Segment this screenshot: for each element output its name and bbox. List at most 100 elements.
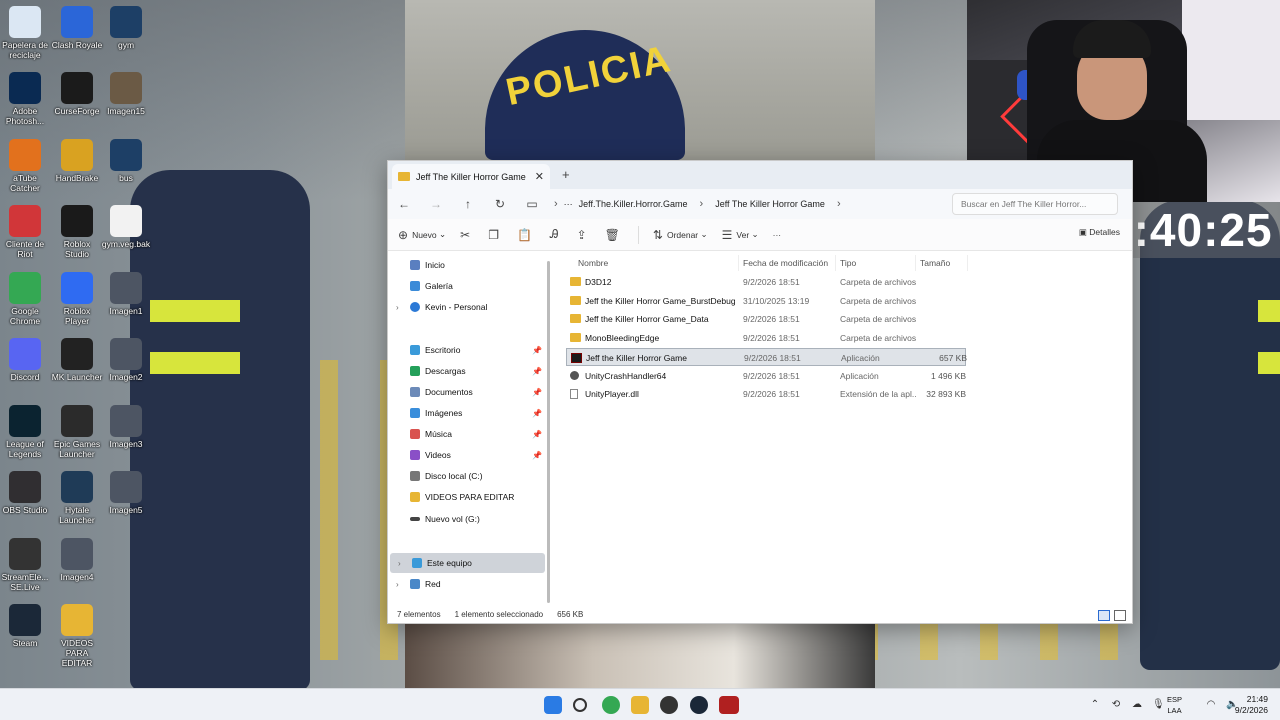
- chevron-right-icon[interactable]: ›: [396, 303, 399, 312]
- file-row[interactable]: UnityCrashHandler64 9/2/2026 18:51 Aplicac…: [566, 367, 966, 385]
- desktop-icon[interactable]: CurseForge: [51, 72, 103, 116]
- paste-button[interactable]: 📋: [517, 228, 536, 242]
- back-arrow-icon[interactable]: ←: [388, 197, 420, 211]
- forward-arrow-icon[interactable]: →: [420, 197, 452, 211]
- desktop-icon[interactable]: Clash Royale: [51, 6, 103, 50]
- desktop-icon[interactable]: Epic Games Launcher: [51, 405, 103, 459]
- nav-item-personal[interactable]: › Kevin - Personal: [388, 297, 546, 317]
- more-options-button[interactable]: ···: [773, 230, 782, 240]
- tiles-view-button[interactable]: [1114, 610, 1126, 621]
- desktop-icon[interactable]: Roblox Studio: [51, 205, 103, 259]
- nav-item-imagenes[interactable]: Imágenes 📌: [388, 403, 546, 423]
- wifi-icon[interactable]: ◠: [1205, 699, 1217, 711]
- breadcrumb-item[interactable]: Jeff The Killer Horror Game: [715, 199, 825, 209]
- nav-item-este-equipo[interactable]: › Este equipo: [390, 553, 545, 573]
- image-thumb-icon: [110, 405, 142, 437]
- chevron-up-icon[interactable]: ⌃: [1089, 699, 1101, 711]
- nav-item-descargas[interactable]: Descargas 📌: [388, 361, 546, 381]
- file-explorer-taskbar-icon[interactable]: [631, 696, 649, 714]
- column-header-type[interactable]: Tipo: [836, 255, 916, 271]
- steam-taskbar-icon[interactable]: [690, 696, 708, 714]
- taskbar-clock[interactable]: 21:49 9/2/2026: [1235, 694, 1268, 716]
- nav-item-videos[interactable]: Videos 📌: [388, 445, 546, 465]
- chevron-right-icon[interactable]: ›: [398, 559, 401, 568]
- desktop-icon[interactable]: aTube Catcher: [0, 139, 51, 193]
- column-header-size[interactable]: Tamaño: [916, 255, 968, 271]
- refresh-icon[interactable]: ↻: [484, 197, 516, 211]
- chevron-right-icon[interactable]: ›: [396, 580, 399, 589]
- desktop-icon[interactable]: StreamEle... SE.Live: [0, 538, 51, 592]
- details-pane-button[interactable]: ▣ Detalles: [1079, 227, 1120, 238]
- desktop-icon[interactable]: Hytale Launcher: [51, 471, 103, 525]
- desktop-icon[interactable]: Discord: [0, 338, 51, 382]
- desktop-icon[interactable]: Cliente de Riot: [0, 205, 51, 259]
- desktop-icon[interactable]: Roblox Player: [51, 272, 103, 326]
- desktop-icon[interactable]: Steam: [0, 604, 51, 648]
- desktop-icon[interactable]: HandBrake: [51, 139, 103, 183]
- nav-item-galeria[interactable]: Galería: [388, 276, 546, 296]
- obs-taskbar-icon[interactable]: [660, 696, 678, 714]
- column-header-date[interactable]: Fecha de modificación: [739, 255, 836, 271]
- nav-item-videos-editar[interactable]: VIDEOS PARA EDITAR: [388, 487, 546, 507]
- desktop-icon[interactable]: Imagen3: [100, 405, 152, 449]
- nav-item-inicio[interactable]: Inicio: [388, 255, 546, 275]
- sync-icon[interactable]: ⟲: [1110, 699, 1122, 711]
- new-button[interactable]: ⊕ Nuevo ⌄: [398, 228, 446, 242]
- file-row[interactable]: Jeff the Killer Horror Game 9/2/2026 18:5…: [566, 347, 967, 366]
- cut-button[interactable]: ✂: [460, 228, 474, 242]
- search-input[interactable]: Buscar en Jeff The Killer Horror...: [952, 193, 1118, 215]
- file-row[interactable]: MonoBleedingEdge 9/2/2026 18:51 Carpeta de…: [566, 329, 966, 347]
- file-row[interactable]: Jeff the Killer Horror Game_BurstDebugIn…: [566, 292, 966, 310]
- microphone-icon[interactable]: 🎙: [1152, 699, 1165, 711]
- share-button[interactable]: ⇪: [577, 228, 591, 242]
- sort-button[interactable]: ⇅ Ordenar ⌄: [653, 228, 708, 242]
- nav-item-disco-local[interactable]: Disco local (C:): [388, 466, 546, 486]
- new-tab-button[interactable]: +: [562, 167, 570, 182]
- nav-item-documentos[interactable]: Documentos 📌: [388, 382, 546, 402]
- nav-item-nuevo-vol[interactable]: Nuevo vol (G:): [388, 509, 546, 529]
- desktop-icon[interactable]: League of Legends: [0, 405, 51, 459]
- column-header-name[interactable]: Nombre: [574, 255, 739, 271]
- nav-item-musica[interactable]: Música 📌: [388, 424, 546, 444]
- desktop-icon[interactable]: Imagen1: [100, 272, 152, 316]
- file-row[interactable]: Jeff the Killer Horror Game_Data 9/2/2026…: [566, 310, 966, 328]
- desktop-icon[interactable]: Papelera de reciclaje: [0, 6, 51, 60]
- desktop-icon[interactable]: gym.veg.bak: [100, 205, 152, 249]
- desktop-icon[interactable]: Imagen5: [100, 471, 152, 515]
- onedrive-icon[interactable]: ☁: [1131, 699, 1143, 711]
- delete-button[interactable]: 🗑: [605, 228, 624, 242]
- more-locations-icon[interactable]: ···: [564, 199, 573, 209]
- desktop-icon[interactable]: gym: [100, 6, 152, 50]
- desktop-icon[interactable]: Adobe Photosh...: [0, 72, 51, 126]
- chevron-right-icon: ›: [699, 198, 704, 210]
- desktop-icon[interactable]: Imagen2: [100, 338, 152, 382]
- language-indicator[interactable]: ESP LAA: [1167, 694, 1182, 716]
- rename-button[interactable]: Ꭿ: [550, 227, 563, 242]
- desktop-icon[interactable]: MK Launcher: [51, 338, 103, 382]
- search-icon[interactable]: [573, 698, 587, 712]
- file-row[interactable]: D3D12 9/2/2026 18:51 Carpeta de archivos: [566, 273, 966, 291]
- close-tab-icon[interactable]: ✕: [535, 170, 544, 183]
- nav-scrollbar[interactable]: [547, 261, 550, 603]
- copy-button[interactable]: ❐: [488, 228, 503, 242]
- wallpaper-officer-right: [1140, 200, 1280, 670]
- view-button[interactable]: ☰ Ver ⌄: [722, 228, 759, 242]
- chrome-taskbar-icon[interactable]: [602, 696, 620, 714]
- up-arrow-icon[interactable]: ↑: [452, 197, 484, 211]
- file-row[interactable]: UnityPlayer.dll 9/2/2026 18:51 Extensión d…: [566, 385, 966, 403]
- start-windows-icon[interactable]: [544, 696, 562, 714]
- nav-item-escritorio[interactable]: Escritorio 📌: [388, 340, 546, 360]
- desktop-icon[interactable]: OBS Studio: [0, 471, 51, 515]
- desktop-icon[interactable]: Google Chrome: [0, 272, 51, 326]
- game-taskbar-icon[interactable]: [719, 696, 739, 714]
- details-view-button[interactable]: [1098, 610, 1110, 621]
- breadcrumb-item[interactable]: Jeff.The.Killer.Horror.Game: [579, 199, 688, 209]
- nav-item-red[interactable]: › Red: [388, 574, 546, 594]
- desktop-icon[interactable]: VIDEOS PARA EDITAR: [51, 604, 103, 668]
- desktop-icon[interactable]: Imagen4: [51, 538, 103, 582]
- explorer-tab[interactable]: Jeff The Killer Horror Game ✕: [392, 164, 550, 189]
- desktop-icon[interactable]: Imagen15: [100, 72, 152, 116]
- file-explorer-window[interactable]: Jeff The Killer Horror Game ✕ + ← → ↑ ↻ …: [387, 160, 1133, 624]
- desktop-icon[interactable]: bus: [100, 139, 152, 183]
- monitor-icon[interactable]: ▭: [516, 197, 548, 211]
